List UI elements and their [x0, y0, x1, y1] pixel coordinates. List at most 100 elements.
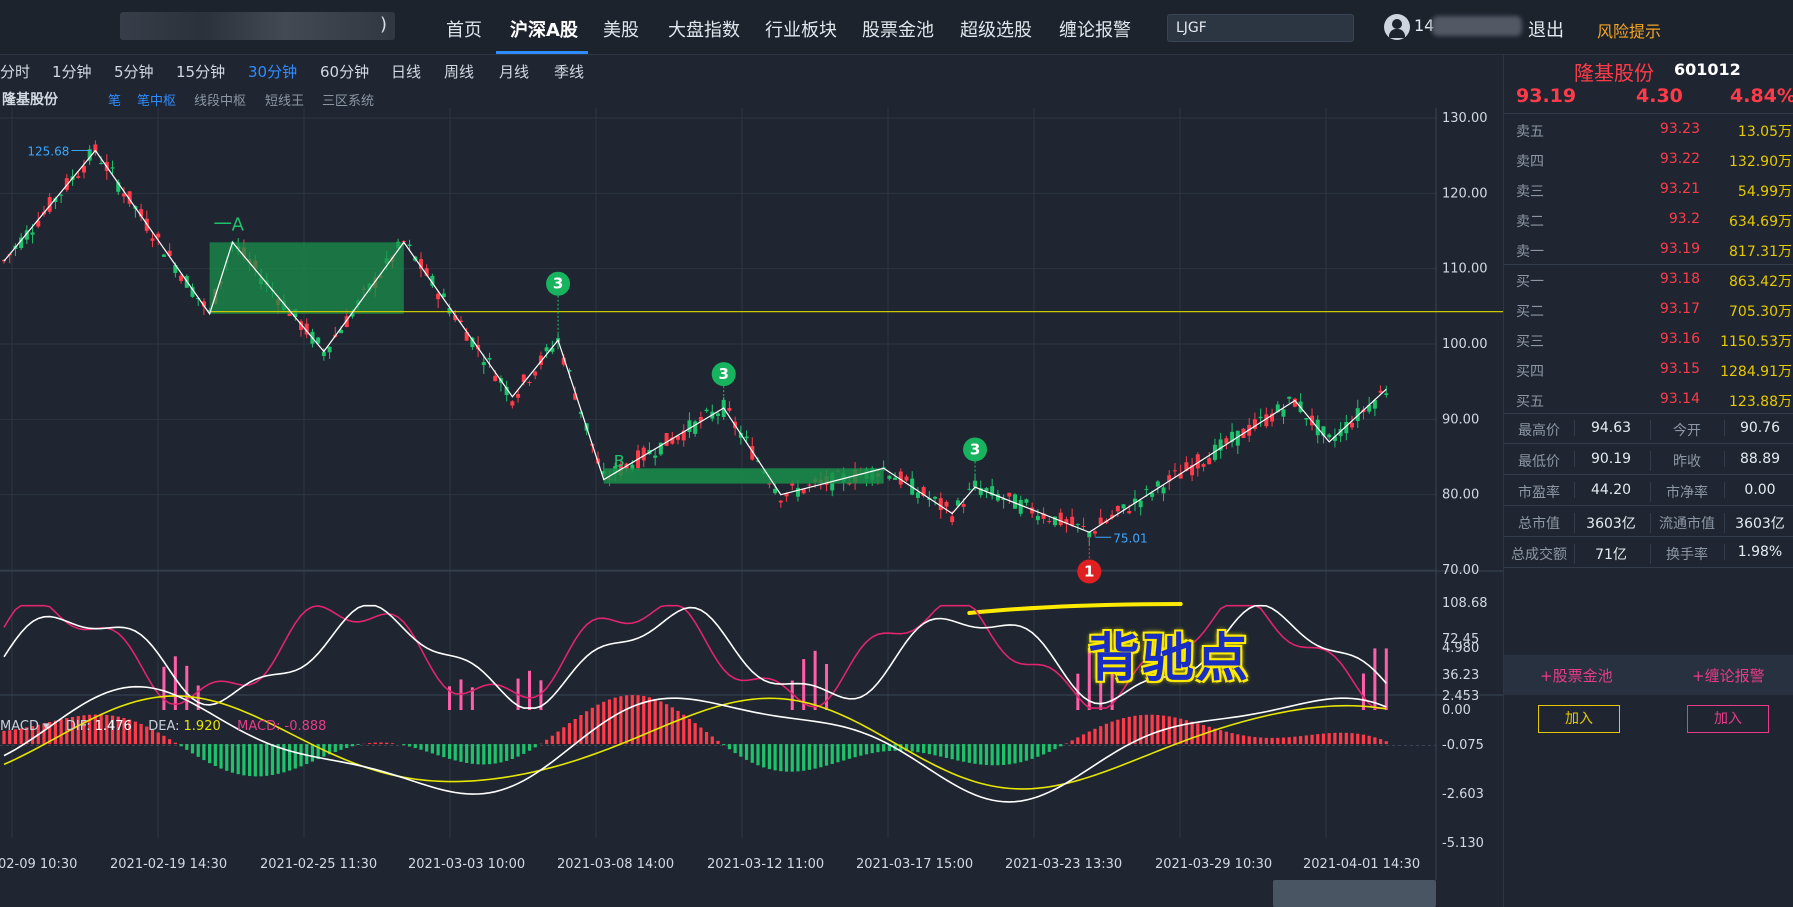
macd-bar: [802, 744, 806, 771]
stat-label: 今开: [1650, 420, 1723, 440]
macd-bar: [1247, 736, 1251, 745]
kdj-bar: [825, 664, 829, 710]
candle-body: [1013, 494, 1018, 509]
divider: [1504, 113, 1793, 114]
y-tick-label: 70.00: [1442, 563, 1479, 578]
ask-label: 卖五: [1516, 124, 1544, 140]
period-60min[interactable]: 60分钟: [320, 61, 369, 82]
candle-body: [915, 492, 920, 498]
stat-row: 总成交额 71亿 换手率 1.98%: [1504, 537, 1793, 568]
macd-bar: [596, 704, 600, 745]
macd-bar: [1150, 714, 1154, 745]
macd-bar: [842, 744, 846, 761]
alert-join-button[interactable]: 加入: [1687, 705, 1769, 733]
nav-stock-pool[interactable]: 股票金池: [862, 16, 934, 42]
top-nav: ) 首页 沪深A股 美股 大盘指数 行业板块 股票金池 超级选股 缠论报警 LJ…: [0, 0, 1793, 55]
period-1min[interactable]: 1分钟: [52, 61, 92, 82]
period-weekly[interactable]: 周线: [444, 61, 474, 82]
nav-super-screener[interactable]: 超级选股: [960, 16, 1032, 42]
nav-us-stocks[interactable]: 美股: [603, 16, 639, 42]
macd-bar: [1327, 733, 1331, 745]
stat-label: 总市值: [1518, 516, 1560, 532]
quote-stock-code: 601012: [1674, 60, 1741, 79]
candle-body: [887, 475, 892, 479]
macd-bar: [465, 744, 469, 763]
stat-row: 总市值 3603亿 流通市值 3603亿: [1504, 506, 1793, 537]
x-tick-label: 2021-02-25 11:30: [260, 857, 377, 872]
site-logo[interactable]: [120, 12, 395, 40]
macd-bar: [253, 744, 257, 777]
nav-sectors[interactable]: 行业板块: [765, 16, 837, 42]
period-daily[interactable]: 日线: [391, 61, 421, 82]
x-tick-label: 2021-03-17 15:00: [856, 857, 973, 872]
candle-body: [516, 394, 521, 398]
chart-scrollbar[interactable]: [1273, 880, 1436, 907]
logout-button[interactable]: 退出: [1528, 16, 1564, 42]
period-monthly[interactable]: 月线: [499, 61, 529, 82]
add-to-pool-button[interactable]: +股票金池: [1540, 665, 1613, 686]
bid-row: 买一 93.18 863.42万: [1504, 265, 1793, 295]
macd-bar: [607, 699, 612, 745]
macd-bar: [933, 744, 937, 756]
macd-bar: [727, 744, 732, 750]
macd-bar: [1070, 740, 1074, 745]
y-tick-label: 110.00: [1442, 262, 1488, 277]
macd-bar: [522, 744, 526, 754]
macd-bar: [956, 744, 960, 761]
macd-bar: [1133, 715, 1137, 745]
kdj-bar: [173, 656, 177, 710]
candle-body: [1161, 487, 1166, 494]
chan-toolbar: 隆基股份 笔 笔中枢 线段中枢 短线王 三区系统: [0, 87, 1503, 109]
tab-segment-pivot[interactable]: 线段中枢: [194, 90, 246, 109]
candle-body: [1304, 418, 1309, 420]
macd-bar: [962, 744, 966, 762]
candle-body: [1384, 393, 1389, 395]
nav-chan-alert[interactable]: 缠论报警: [1059, 16, 1131, 42]
macd-indicator-select[interactable]: MACD: [0, 719, 39, 734]
macd-bar: [1156, 715, 1160, 745]
candle-body: [938, 498, 943, 511]
nav-home[interactable]: 首页: [446, 16, 482, 42]
chevron-down-icon[interactable]: ▾: [43, 719, 50, 734]
pool-join-button[interactable]: 加入: [1538, 705, 1620, 733]
macd-bar: [407, 744, 412, 747]
macd-bar: [722, 744, 726, 746]
period-30min[interactable]: 30分钟: [248, 61, 297, 82]
macd-bar: [356, 744, 360, 745]
macd-legend: MACD ▾ DIF: 1.476 DEA: 1.920 MACD: -0.888: [0, 719, 330, 734]
period-quarterly[interactable]: 季线: [554, 61, 584, 82]
macd-bar: [299, 744, 303, 767]
x-tick-label: 2021-03-08 14:00: [557, 857, 674, 872]
tab-short-king[interactable]: 短线王: [265, 90, 304, 109]
tab-bi[interactable]: 笔: [108, 90, 121, 109]
kdj-tick-label: 0.00: [1442, 703, 1471, 718]
period-15min[interactable]: 15分钟: [176, 61, 225, 82]
candle-body: [30, 232, 35, 235]
stat-label: 市盈率: [1518, 485, 1560, 501]
ask-volume: 132.90万: [1729, 154, 1792, 170]
ask-row: 卖四 93.22 132.90万: [1504, 145, 1793, 175]
period-5min[interactable]: 5分钟: [114, 61, 154, 82]
stock-chart[interactable]: 一AB 125.68 75.01 3 3 3 1 130.00 120.00 110.00 10…: [0, 108, 1503, 880]
nav-a-shares[interactable]: 沪深A股: [510, 16, 578, 42]
candle-body: [481, 362, 486, 366]
macd-bar: [242, 744, 246, 776]
candle-body: [795, 487, 800, 497]
add-alert-button[interactable]: +缠论报警: [1692, 665, 1765, 686]
user-avatar-icon[interactable]: [1384, 14, 1410, 40]
search-input[interactable]: LJGF: [1167, 14, 1354, 42]
tab-three-zone[interactable]: 三区系统: [322, 90, 374, 109]
candle-body: [1081, 525, 1086, 527]
macd-bar: [447, 744, 452, 759]
macd-bar: [476, 744, 480, 765]
macd-bar: [190, 744, 195, 754]
candle-body: [1115, 506, 1120, 512]
tab-bi-pivot[interactable]: 笔中枢: [137, 90, 176, 109]
candle-body: [179, 275, 184, 281]
macd-bar: [499, 744, 503, 763]
macd-bar: [168, 739, 172, 745]
nav-index[interactable]: 大盘指数: [668, 16, 740, 42]
risk-warning-link[interactable]: 风险提示: [1597, 18, 1661, 42]
macd-bar: [236, 744, 240, 775]
period-timeshare[interactable]: 分时: [0, 61, 30, 82]
